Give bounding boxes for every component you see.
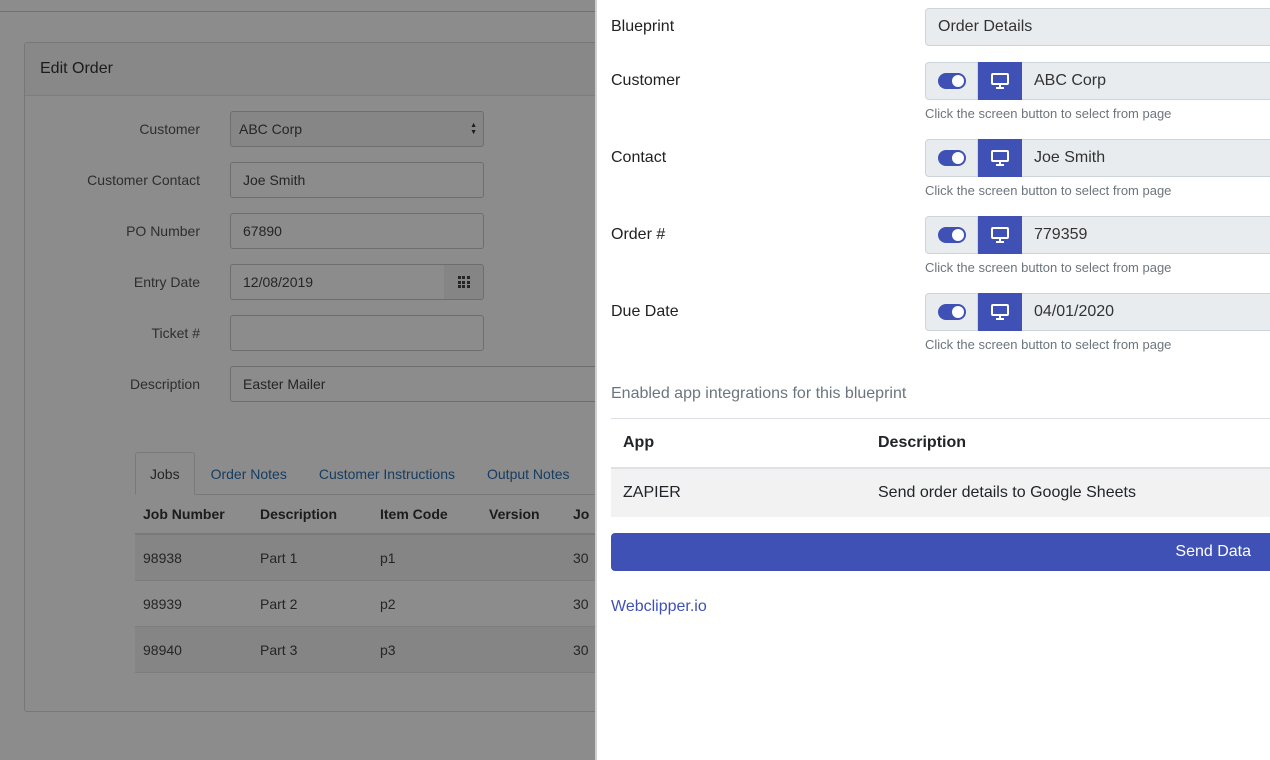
field-label-contact: Contact (611, 149, 667, 166)
toggle-switch-icon (937, 150, 966, 166)
order-number-value: 779359 (1034, 226, 1088, 243)
integrations-table: App Description ZAPIER Send order detail… (611, 418, 1270, 517)
order-number-value-field[interactable]: 779359 (1022, 216, 1270, 254)
help-text: Click the screen button to select from p… (925, 183, 1172, 198)
toggle-switch-icon (937, 227, 966, 243)
customer-value: ABC Corp (1034, 72, 1107, 89)
table-row[interactable]: ZAPIER Send order details to Google Shee… (611, 469, 1270, 517)
due-date-value-field[interactable]: 04/01/2020 (1022, 293, 1270, 331)
due-date-toggle[interactable] (925, 293, 978, 331)
blueprint-label: Blueprint (611, 18, 675, 35)
contact-screen-button[interactable] (978, 139, 1022, 177)
monitor-icon (991, 150, 1009, 166)
customer-value-field[interactable]: ABC Corp (1022, 62, 1270, 100)
integrations-table-header: App Description (611, 419, 1270, 469)
contact-field-group: Joe Smith (925, 139, 1270, 177)
monitor-icon (991, 73, 1009, 89)
help-text: Click the screen button to select from p… (925, 260, 1172, 275)
blueprint-field[interactable]: Order Details (925, 8, 1270, 46)
help-text: Click the screen button to select from p… (925, 337, 1172, 352)
customer-toggle[interactable] (925, 62, 978, 100)
contact-value-field[interactable]: Joe Smith (1022, 139, 1270, 177)
customer-field-group: ABC Corp (925, 62, 1270, 100)
customer-screen-button[interactable] (978, 62, 1022, 100)
send-data-button[interactable]: Send Data (611, 533, 1270, 571)
due-date-value: 04/01/2020 (1034, 303, 1115, 320)
field-label-due-date: Due Date (611, 303, 679, 320)
contact-value: Joe Smith (1034, 149, 1106, 166)
help-text: Click the screen button to select from p… (925, 106, 1172, 121)
field-label-customer: Customer (611, 72, 681, 89)
order-number-screen-button[interactable] (978, 216, 1022, 254)
webclipper-link[interactable]: Webclipper.io (611, 598, 707, 616)
order-number-toggle[interactable] (925, 216, 978, 254)
blueprint-value: Order Details (938, 18, 1033, 35)
col-app: App (623, 434, 655, 451)
order-number-field-group: 779359 (925, 216, 1270, 254)
contact-toggle[interactable] (925, 139, 978, 177)
webclipper-side-panel: Blueprint Order Details Customer ABC Cor… (595, 0, 1270, 760)
due-date-screen-button[interactable] (978, 293, 1022, 331)
toggle-switch-icon (937, 73, 966, 89)
toggle-switch-icon (937, 304, 966, 320)
cell-description: Send order details to Google Sheets (878, 484, 1136, 501)
due-date-field-group: 04/01/2020 (925, 293, 1270, 331)
monitor-icon (991, 304, 1009, 320)
cell-app: ZAPIER (623, 484, 681, 501)
monitor-icon (991, 227, 1009, 243)
field-label-order-number: Order # (611, 226, 666, 243)
integrations-heading: Enabled app integrations for this bluepr… (611, 385, 907, 402)
col-description: Description (878, 434, 967, 451)
